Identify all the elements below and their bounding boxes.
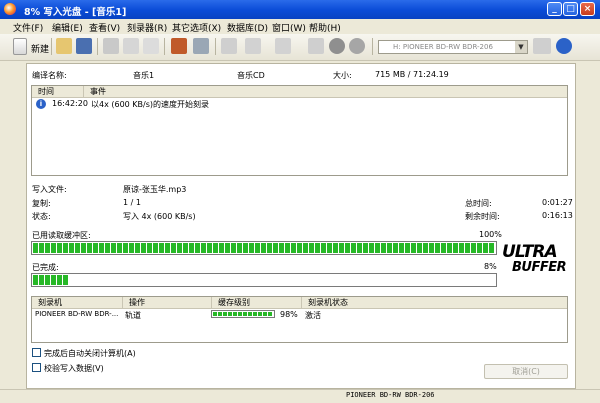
rec-column-state[interactable]: 刻录机状态 xyxy=(302,297,567,309)
rec-column-buffer[interactable]: 缓存级别 xyxy=(212,297,302,309)
menu-window[interactable]: 窗口(W) xyxy=(272,21,306,34)
menu-edit[interactable]: 编辑(E) xyxy=(52,21,83,34)
log-column-event[interactable]: 事件 xyxy=(84,86,567,98)
menu-bar: 文件(F) 编辑(E) 查看(V) 刻录器(R) 其它选项(X) 数据库(D) … xyxy=(0,19,600,34)
drive-select[interactable]: H: PIONEER BD-RW BDR-206 ▼ xyxy=(378,40,528,54)
verify-label[interactable]: 校验写入数据(V) xyxy=(44,363,104,374)
log-row-event: 以4x (600 KB/s)的速度开始刻录 xyxy=(91,100,210,109)
menu-extras[interactable]: 其它选项(X) xyxy=(172,21,221,34)
buffer-progress-fill xyxy=(33,243,495,253)
disc-info-icon[interactable] xyxy=(275,38,291,54)
minimize-button[interactable]: _ xyxy=(547,2,562,16)
status-bar: PIONEER BD-RW BDR-206 xyxy=(0,389,600,403)
info-icon[interactable] xyxy=(556,38,572,54)
logo-line-1: ULTRA xyxy=(502,242,558,262)
rec-row-action: 轨道 xyxy=(125,311,141,320)
state-value: 写入 4x (600 KB/s) xyxy=(123,212,196,221)
completed-progress-fill xyxy=(33,275,69,285)
window-title: 8% 写入光盘 - [音乐1] xyxy=(24,7,127,18)
log-column-time[interactable]: 时间 xyxy=(32,86,84,98)
record-icon[interactable] xyxy=(349,38,365,54)
verify-checkbox[interactable] xyxy=(32,363,41,372)
rec-column-recorder[interactable]: 刻录机 xyxy=(32,297,123,309)
new-button-label[interactable]: 新建 xyxy=(31,42,49,55)
rec-buffer-fill xyxy=(213,312,272,316)
rec-row-recorder: PIONEER BD-RW BDR-... xyxy=(35,310,119,318)
drive-select-value: H: PIONEER BD-RW BDR-206 xyxy=(393,43,493,51)
state-label: 状态: xyxy=(32,212,51,221)
recorder-list[interactable]: 刻录机 操作 缓存级别 刻录机状态 xyxy=(31,296,568,343)
toolbar-separator xyxy=(51,38,52,55)
maximize-button[interactable]: □ xyxy=(563,2,578,16)
menu-recorder[interactable]: 刻录器(R) xyxy=(127,21,167,34)
completed-percent: 8% xyxy=(484,262,497,271)
log-row-time: 16:42:20 xyxy=(52,99,88,108)
shutdown-label[interactable]: 完成后自动关闭计算机(A) xyxy=(44,348,136,359)
status-drive: PIONEER BD-RW BDR-206 xyxy=(346,391,435,399)
toolbar-separator xyxy=(215,38,216,55)
menu-database[interactable]: 数据库(D) xyxy=(227,21,268,34)
copy-value: 1 / 1 xyxy=(123,198,141,207)
toolbar-separator xyxy=(372,38,373,55)
compilation-name-value: 音乐1 xyxy=(133,71,155,80)
toolbar-separator xyxy=(164,38,165,55)
rec-buffer-percent: 98% xyxy=(280,310,298,319)
remaining-time-value: 0:16:13 xyxy=(542,211,573,220)
size-value: 715 MB / 71:24.19 xyxy=(375,70,449,79)
rec-column-action[interactable]: 操作 xyxy=(123,297,212,309)
shutdown-checkbox[interactable] xyxy=(32,348,41,357)
writing-file-value: 原谅-张玉华.mp3 xyxy=(123,185,187,194)
recorder-icon[interactable] xyxy=(533,38,551,54)
menu-view[interactable]: 查看(V) xyxy=(89,21,120,34)
ultra-buffer-logo: ULTRA BUFFER xyxy=(500,242,572,278)
save-icon[interactable] xyxy=(76,38,92,54)
title-bar[interactable]: 8% 写入光盘 - [音乐1] _ □ × xyxy=(0,0,600,19)
toolbar-separator xyxy=(97,38,98,55)
chevron-down-icon[interactable]: ▼ xyxy=(515,41,527,53)
total-time-label: 总时间: xyxy=(465,199,492,208)
eject-icon[interactable] xyxy=(245,38,261,54)
close-button[interactable]: × xyxy=(580,2,595,16)
compilation-name-label: 编译名称: xyxy=(32,71,67,80)
settings-icon[interactable] xyxy=(308,38,324,54)
total-time-value: 0:01:27 xyxy=(542,198,573,207)
completed-label: 已完成: xyxy=(32,263,59,272)
burn-icon[interactable] xyxy=(171,38,187,54)
paste-icon[interactable] xyxy=(143,38,159,54)
open-icon[interactable] xyxy=(56,38,72,54)
copy-label: 复制: xyxy=(32,199,51,208)
stop-icon[interactable] xyxy=(329,38,345,54)
completed-progress-bar xyxy=(31,273,497,287)
menu-file[interactable]: 文件(F) xyxy=(13,21,43,34)
copy-disc-icon[interactable] xyxy=(193,38,209,54)
buffer-label: 已用读取缓冲区: xyxy=(32,231,91,240)
menu-help[interactable]: 帮助(H) xyxy=(309,21,341,34)
cancel-button[interactable]: 取消(C) xyxy=(484,364,568,379)
info-icon: i xyxy=(36,99,46,109)
size-label: 大小: xyxy=(333,71,352,80)
rec-buffer-bar xyxy=(211,310,275,318)
buffer-progress-bar xyxy=(31,241,497,255)
copy-icon[interactable] xyxy=(123,38,139,54)
buffer-percent: 100% xyxy=(479,230,502,239)
new-icon[interactable] xyxy=(13,38,27,55)
app-icon xyxy=(4,3,16,15)
cut-icon[interactable] xyxy=(103,38,119,54)
remaining-time-label: 剩余时间: xyxy=(465,212,500,221)
compilation-type-value: 音乐CD xyxy=(237,71,265,80)
erase-icon[interactable] xyxy=(221,38,237,54)
logo-line-2: BUFFER xyxy=(512,260,567,275)
rec-row-state: 激活 xyxy=(305,311,321,320)
writing-file-label: 写入文件: xyxy=(32,185,67,194)
